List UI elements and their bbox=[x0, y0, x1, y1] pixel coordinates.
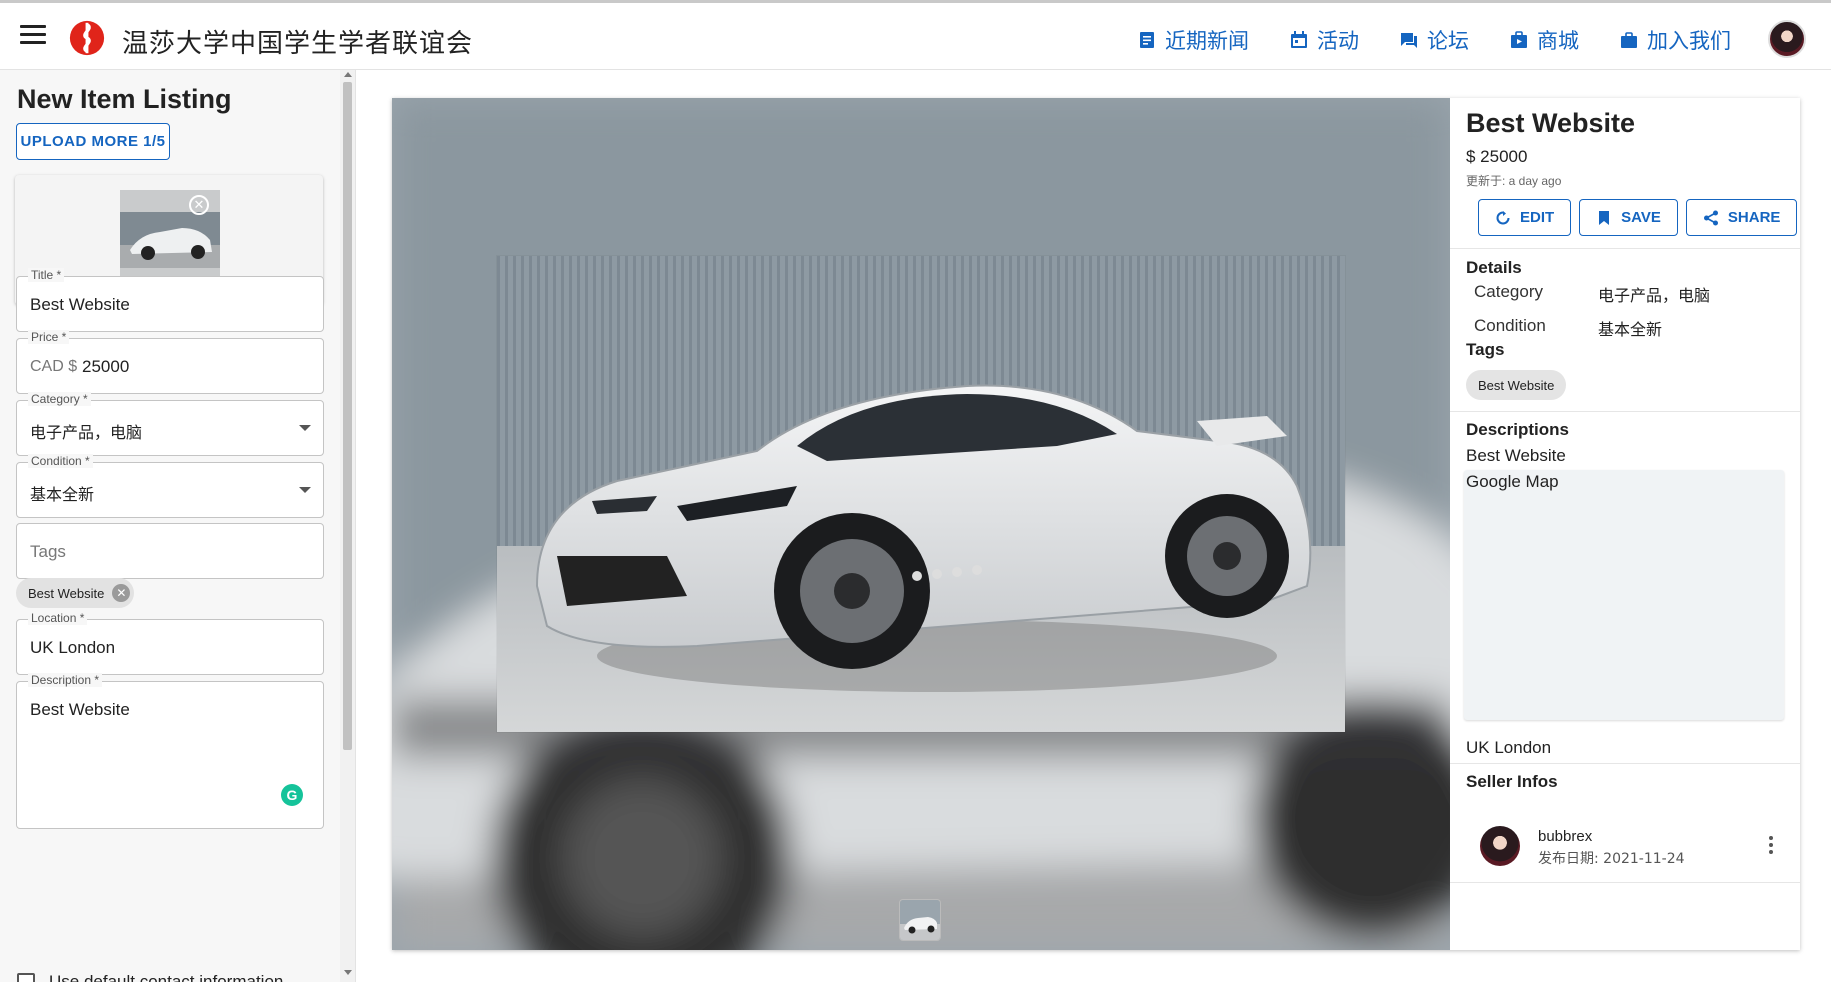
divider bbox=[1450, 882, 1800, 883]
listing-location: UK London bbox=[1466, 738, 1552, 757]
tags-placeholder: Tags bbox=[30, 542, 66, 561]
description-textarea[interactable]: Description * Best Website G bbox=[16, 673, 324, 829]
condition-select-value: 基本全新 bbox=[30, 485, 95, 504]
category-select[interactable]: Category * 电子产品，电脑 bbox=[16, 392, 324, 456]
category-value: 电子产品，电脑 bbox=[1598, 286, 1711, 305]
tag-chip: Best Website bbox=[1466, 370, 1567, 400]
save-button[interactable]: SAVE bbox=[1579, 199, 1678, 236]
main-nav: 近期新闻 活动 论坛 商城 加入我们 bbox=[1137, 25, 1731, 55]
nav-store-label: 商城 bbox=[1537, 29, 1579, 53]
gallery-thumbnail[interactable] bbox=[900, 900, 940, 940]
divider bbox=[1450, 248, 1800, 249]
price-field-value: 25000 bbox=[82, 357, 130, 376]
location-field-label: Location * bbox=[28, 611, 88, 625]
map-label: Google Map bbox=[1466, 472, 1559, 491]
store-icon bbox=[1511, 31, 1527, 48]
save-button-label: SAVE bbox=[1621, 209, 1661, 226]
share-icon bbox=[1703, 210, 1718, 225]
price-currency-prefix: CAD $ bbox=[30, 358, 78, 375]
nav-events-label: 活动 bbox=[1317, 29, 1359, 53]
dropdown-arrow-icon[interactable] bbox=[299, 487, 311, 493]
nav-forum[interactable]: 论坛 bbox=[1399, 25, 1469, 55]
remove-tag-icon[interactable]: ✕ bbox=[112, 584, 131, 602]
more-options-icon[interactable] bbox=[1768, 836, 1774, 856]
condition-select[interactable]: Condition * 基本全新 bbox=[16, 454, 324, 518]
title-field[interactable]: Title * Best Website bbox=[16, 268, 324, 332]
share-button[interactable]: SHARE bbox=[1685, 199, 1798, 236]
calendar-icon bbox=[1291, 31, 1307, 48]
remove-image-icon[interactable]: ✕ bbox=[189, 195, 209, 215]
description-field-label: Description * bbox=[28, 673, 103, 687]
nav-events[interactable]: 活动 bbox=[1289, 25, 1359, 55]
scroll-up-arrow-icon[interactable] bbox=[344, 72, 352, 77]
scroll-down-arrow-icon[interactable] bbox=[344, 970, 352, 975]
briefcase-icon bbox=[1621, 32, 1637, 48]
seller-name[interactable]: bubbrex bbox=[1538, 828, 1592, 845]
category-select-label: Category * bbox=[28, 392, 91, 406]
price-field[interactable]: Price * CAD $ 25000 bbox=[16, 330, 324, 394]
title-field-value: Best Website bbox=[30, 295, 130, 314]
tag-chip-label: Best Website bbox=[28, 585, 105, 601]
nav-join-label: 加入我们 bbox=[1647, 29, 1731, 53]
nav-forum-label: 论坛 bbox=[1427, 29, 1469, 53]
share-button-label: SHARE bbox=[1727, 209, 1781, 226]
edit-icon bbox=[1496, 210, 1510, 224]
condition-select-label: Condition * bbox=[28, 454, 93, 468]
location-field[interactable]: Location * UK London bbox=[16, 611, 324, 675]
details-heading: Details bbox=[1466, 258, 1522, 277]
tag-chip: Best Website ✕ bbox=[16, 578, 135, 608]
divider bbox=[1450, 763, 1800, 764]
nav-news[interactable]: 近期新闻 bbox=[1137, 25, 1249, 55]
main-product-image[interactable] bbox=[497, 256, 1345, 732]
forum-icon bbox=[1401, 33, 1417, 48]
listing-form-panel: New Item Listing UPLOAD MORE 1/5 ✕ Title… bbox=[0, 70, 356, 982]
default-contact-label: Use default contact information bbox=[49, 972, 284, 982]
listing-title: Best Website bbox=[1466, 108, 1636, 138]
bookmark-icon bbox=[1599, 210, 1610, 225]
condition-value: 基本全新 bbox=[1598, 320, 1663, 339]
description-field-value: Best Website bbox=[30, 700, 130, 719]
upload-more-button[interactable]: UPLOAD MORE 1/5 bbox=[16, 123, 170, 160]
grammarly-icon[interactable]: G bbox=[281, 784, 303, 806]
dropdown-arrow-icon[interactable] bbox=[299, 425, 311, 431]
google-map[interactable]: Google Map bbox=[1464, 470, 1784, 720]
app-bar: 温莎大学中国学生学者联谊会 近期新闻 活动 论坛 商城 加入我们 bbox=[0, 0, 1831, 70]
image-gallery bbox=[392, 98, 1450, 950]
location-field-value: UK London bbox=[30, 638, 116, 657]
descriptions-heading: Descriptions bbox=[1466, 420, 1569, 439]
listing-actions: EDIT SAVE SHARE bbox=[1478, 199, 1798, 236]
scrollbar-thumb[interactable] bbox=[343, 82, 352, 750]
user-avatar[interactable] bbox=[1768, 20, 1806, 58]
nav-store[interactable]: 商城 bbox=[1509, 25, 1579, 55]
title-field-label: Title * bbox=[28, 268, 65, 282]
nav-news-label: 近期新闻 bbox=[1165, 29, 1249, 53]
site-title[interactable]: 温莎大学中国学生学者联谊会 bbox=[122, 23, 473, 60]
form-scrollbar[interactable] bbox=[340, 70, 355, 982]
default-contact-option[interactable]: Use default contact information bbox=[17, 972, 283, 982]
seller-avatar[interactable] bbox=[1480, 826, 1520, 866]
price-field-label: Price * bbox=[28, 330, 70, 344]
edit-button[interactable]: EDIT bbox=[1478, 199, 1572, 236]
seller-heading: Seller Infos bbox=[1466, 772, 1558, 791]
form-heading: New Item Listing bbox=[17, 84, 232, 114]
seller-post-date: 发布日期: 2021-11-24 bbox=[1538, 851, 1685, 867]
listing-details: Best Website $ 25000 更新于: a day ago EDIT… bbox=[1450, 98, 1800, 950]
divider bbox=[1450, 411, 1800, 412]
nav-join[interactable]: 加入我们 bbox=[1619, 25, 1731, 55]
category-select-value: 电子产品，电脑 bbox=[30, 423, 143, 442]
logo-icon[interactable] bbox=[68, 19, 106, 57]
listing-price: $ 25000 bbox=[1466, 147, 1528, 166]
news-icon bbox=[1140, 32, 1154, 48]
updated-timestamp: 更新于: a day ago bbox=[1466, 174, 1562, 188]
default-contact-checkbox[interactable] bbox=[17, 973, 35, 982]
condition-key: Condition bbox=[1474, 316, 1546, 335]
listing-preview-card: Best Website $ 25000 更新于: a day ago EDIT… bbox=[392, 98, 1800, 950]
tags-heading: Tags bbox=[1466, 340, 1505, 359]
edit-button-label: EDIT bbox=[1520, 209, 1555, 226]
description-text: Best Website bbox=[1466, 446, 1566, 465]
tags-input[interactable]: Tags bbox=[16, 523, 324, 579]
category-key: Category bbox=[1474, 282, 1543, 301]
menu-icon[interactable] bbox=[20, 25, 46, 47]
